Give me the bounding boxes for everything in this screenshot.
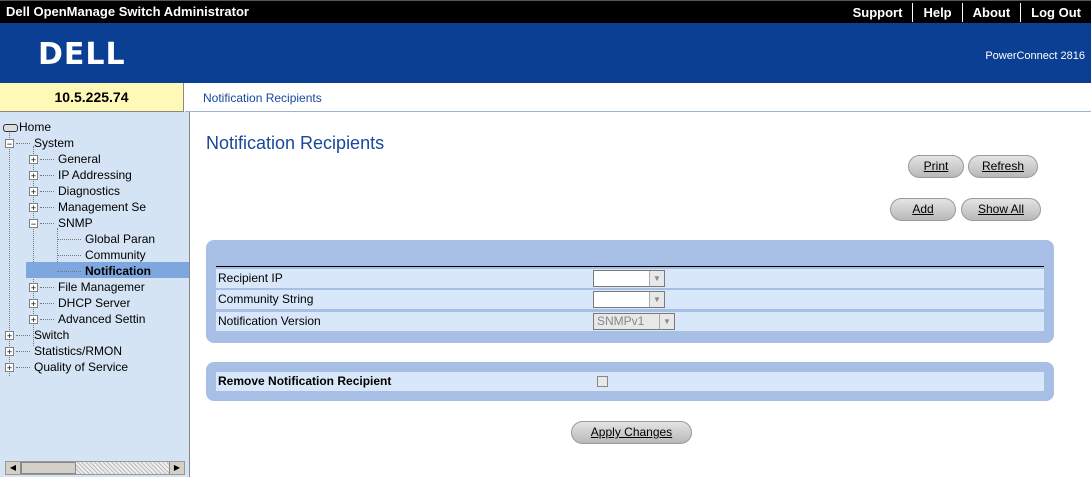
add-button[interactable]: Add: [890, 198, 956, 221]
apply-changes-button[interactable]: Apply Changes: [571, 421, 692, 444]
sidebar-tree: Home − System + General + IP Addressing + Di…: [0, 112, 190, 477]
page-title: Notification Recipients: [206, 133, 385, 153]
expand-icon[interactable]: +: [5, 347, 14, 357]
logout-link[interactable]: Log Out: [1020, 3, 1091, 22]
remove-panel: Remove Notification Recipient: [206, 362, 1054, 401]
tree-item-switch[interactable]: + Switch: [5, 328, 69, 342]
tree-item-quality-of-service[interactable]: + Quality of Service: [5, 360, 128, 374]
notification-version-label: Notification Version: [218, 314, 321, 328]
tree-label: SNMP: [58, 216, 93, 230]
tree-label: Home: [19, 120, 52, 134]
remove-row: Remove Notification Recipient: [216, 372, 1044, 391]
tree-item-advanced-settings[interactable]: + Advanced Settin: [29, 312, 145, 326]
remove-label: Remove Notification Recipient: [218, 374, 392, 388]
recipient-ip-row: Recipient IP ▼: [216, 269, 1044, 288]
collapse-icon[interactable]: −: [29, 219, 38, 229]
tree-label: Management Se: [58, 200, 147, 214]
chevron-down-icon[interactable]: ▼: [649, 271, 664, 286]
dell-logo: DELL: [38, 37, 126, 72]
notification-version-row: Notification Version SNMPv1 ▼: [216, 312, 1044, 331]
tree-item-ip-addressing[interactable]: + IP Addressing: [29, 168, 132, 182]
tree-label: Quality of Service: [34, 360, 129, 374]
tree-label: File Managemer: [58, 280, 145, 294]
community-string-row: Community String ▼: [216, 290, 1044, 309]
expand-icon[interactable]: +: [29, 187, 38, 197]
community-string-label: Community String: [218, 292, 314, 306]
tree-label: Statistics/RMON: [34, 344, 123, 358]
expand-icon[interactable]: +: [29, 315, 38, 325]
expand-icon[interactable]: +: [29, 155, 38, 165]
tree-item-community[interactable]: Community: [57, 248, 146, 262]
breadcrumb: Notification Recipients: [203, 91, 322, 105]
community-string-select[interactable]: ▼: [593, 291, 665, 308]
product-name: PowerConnect 2816: [985, 50, 1085, 62]
tree-item-file-management[interactable]: + File Managemer: [29, 280, 145, 294]
top-links: Support Help About Log Out: [843, 1, 1091, 23]
tree-label: Advanced Settin: [58, 312, 146, 326]
banner: DELL PowerConnect 2816: [0, 23, 1091, 83]
notification-version-select[interactable]: SNMPv1 ▼: [593, 313, 675, 330]
tree-item-notification[interactable]: Notification: [57, 264, 151, 278]
tree-item-dhcp-server[interactable]: + DHCP Server: [29, 296, 130, 310]
expand-icon[interactable]: +: [29, 283, 38, 293]
top-bar: Dell OpenManage Switch Administrator Sup…: [0, 0, 1091, 23]
help-link[interactable]: Help: [912, 3, 961, 22]
expand-icon[interactable]: +: [29, 203, 38, 213]
recipient-ip-label: Recipient IP: [218, 271, 283, 285]
tree-label: Diagnostics: [58, 184, 121, 198]
refresh-button[interactable]: Refresh: [968, 155, 1038, 178]
tree-label: Switch: [34, 328, 70, 342]
scroll-left-icon[interactable]: ◀: [6, 462, 21, 474]
tree-item-general[interactable]: + General: [29, 152, 101, 166]
chevron-down-icon[interactable]: ▼: [659, 314, 674, 329]
tree-item-global-parameters[interactable]: Global Paran: [57, 232, 155, 246]
print-button[interactable]: Print: [908, 155, 964, 178]
tree-item-snmp[interactable]: − SNMP: [29, 216, 93, 230]
tree-label: System: [34, 136, 75, 150]
expand-icon[interactable]: +: [29, 171, 38, 181]
expand-icon[interactable]: +: [5, 363, 14, 373]
device-ip: 10.5.225.74: [0, 83, 184, 112]
tree-label: DHCP Server: [58, 296, 131, 310]
expand-icon[interactable]: +: [29, 299, 38, 309]
tree-label: Global Paran: [85, 232, 156, 246]
scroll-track[interactable]: [76, 462, 170, 474]
support-link[interactable]: Support: [843, 3, 913, 22]
show-all-button[interactable]: Show All: [961, 198, 1041, 221]
scroll-right-icon[interactable]: ▶: [169, 462, 184, 474]
chevron-down-icon[interactable]: ▼: [649, 292, 664, 307]
recipient-ip-select[interactable]: ▼: [593, 270, 665, 287]
expand-icon[interactable]: +: [5, 331, 14, 341]
divider: [216, 266, 1044, 267]
tree-label: IP Addressing: [58, 168, 132, 182]
tree-item-statistics-rmon[interactable]: + Statistics/RMON: [5, 344, 122, 358]
tree-item-management-security[interactable]: + Management Se: [29, 200, 146, 214]
tree-item-system[interactable]: − System: [5, 136, 74, 150]
notification-version-value: SNMPv1: [597, 314, 645, 328]
about-link[interactable]: About: [961, 3, 1021, 22]
horizontal-scrollbar[interactable]: ◀ ▶: [5, 461, 185, 475]
tree-label: General: [58, 152, 101, 166]
remove-checkbox[interactable]: [597, 376, 608, 387]
breadcrumb-bar: Notification Recipients: [185, 83, 1091, 112]
tree-item-home[interactable]: Home: [3, 120, 51, 134]
app-title: Dell OpenManage Switch Administrator: [6, 4, 249, 19]
collapse-icon[interactable]: −: [5, 139, 14, 149]
tree-label: Community: [85, 248, 146, 262]
recipient-form-panel: Recipient IP ▼ Community String ▼ Notifi…: [206, 240, 1054, 343]
tree-label: Notification: [85, 264, 151, 278]
tree-item-diagnostics[interactable]: + Diagnostics: [29, 184, 120, 198]
drive-icon: [3, 123, 18, 132]
scroll-thumb[interactable]: [21, 462, 76, 474]
